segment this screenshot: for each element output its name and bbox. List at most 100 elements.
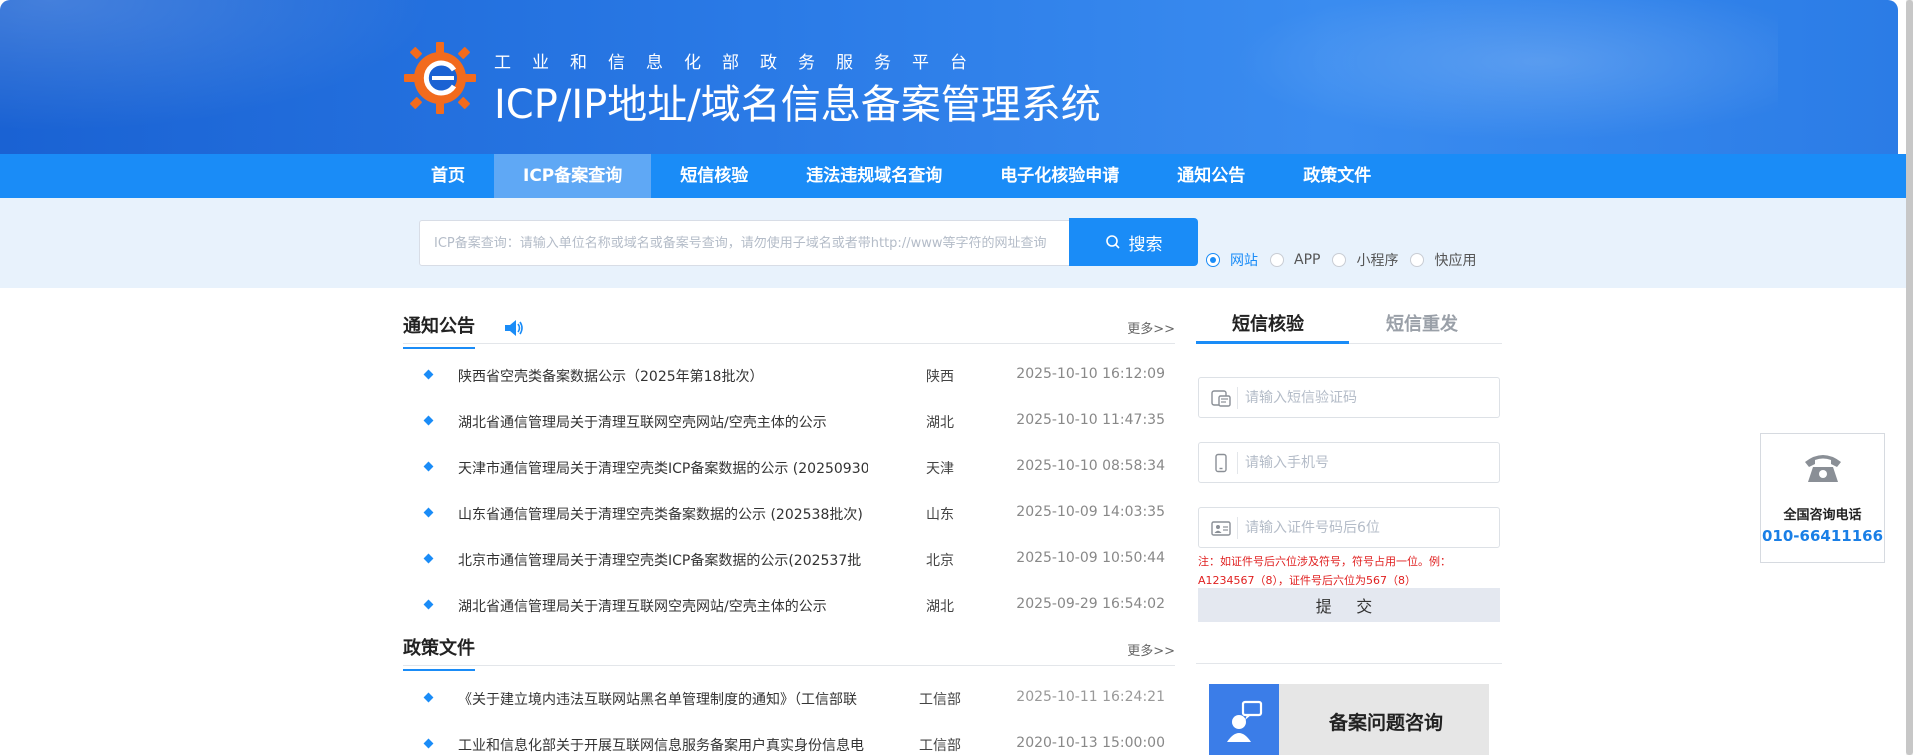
notices-section-header: 通知公告 更多>> [403, 304, 1175, 349]
notice-date: 2025-10-10 08:58:34 [1016, 458, 1165, 474]
field-separator [1237, 452, 1238, 474]
sms-code-field [1198, 377, 1500, 418]
nav-item-notices[interactable]: 通知公告 [1148, 154, 1274, 198]
radio-label: 快应用 [1434, 253, 1477, 269]
search-type-radio-group: 网站 APP 小程序 快应用 [1206, 250, 1488, 270]
search-button[interactable]: 搜索 [1069, 218, 1198, 266]
policy-date: 2025-10-11 16:24:21 [1016, 689, 1165, 705]
nav-item-illegal-domain[interactable]: 违法违规域名查询 [777, 154, 971, 198]
tab-active-indicator [1196, 341, 1349, 344]
nav-item-icp-query[interactable]: ICP备案查询 [494, 154, 652, 198]
policy-title-link[interactable]: 工业和信息化部关于开展互联网信息服务备案用户真实身份信息电 [458, 735, 868, 755]
policy-title-link[interactable]: 《关于建立境内违法互联网站黑名单管理制度的通知》（工信部联 [458, 689, 868, 709]
radio-app[interactable]: APP [1270, 252, 1320, 268]
notice-row: 湖北省通信管理局关于清理互联网空壳网站/空壳主体的公示 湖北 2025-10-1… [403, 404, 1175, 450]
notice-province: 陕西 [926, 369, 954, 385]
radio-dot [1270, 253, 1284, 267]
sms-tabs: 短信核验 短信重发 [1196, 300, 1502, 344]
radio-dot [1206, 253, 1220, 267]
policy-date: 2020-10-13 15:00:00 [1016, 735, 1165, 751]
miit-logo-icon [404, 42, 476, 114]
diamond-bullet-icon [423, 369, 434, 380]
nav-item-e-verify[interactable]: 电子化核验申请 [971, 154, 1148, 198]
phone-input[interactable] [1245, 443, 1485, 482]
policies-section-header: 政策文件 更多>> [403, 626, 1175, 671]
radio-quick-app[interactable]: 快应用 [1410, 250, 1476, 270]
notice-province: 山东 [926, 507, 954, 523]
field-separator [1237, 517, 1238, 539]
radio-dot [1332, 253, 1347, 267]
header-skyline-decoration [1178, 0, 1778, 154]
notice-date: 2025-10-09 14:03:35 [1016, 504, 1165, 520]
radio-dot [1410, 253, 1425, 267]
notice-title-link[interactable]: 山东省通信管理局关于清理空壳类备案数据的公示 (202538批次) [458, 504, 868, 524]
diamond-bullet-icon [423, 692, 434, 703]
consult-label: 备案问题咨询 [1329, 712, 1444, 734]
notice-title-link[interactable]: 陕西省空壳类备案数据公示（2025年第18批次） [458, 366, 868, 386]
nav-item-sms-verify[interactable]: 短信核验 [651, 154, 777, 198]
id-number-field [1198, 507, 1500, 548]
nav-item-policies[interactable]: 政策文件 [1274, 154, 1400, 198]
notice-date: 2025-09-29 16:54:02 [1016, 596, 1165, 612]
policy-row: 《关于建立境内违法互联网站黑名单管理制度的通知》（工信部联 工信部 2025-1… [403, 681, 1175, 727]
policy-row: 工业和信息化部关于开展互联网信息服务备案用户真实身份信息电 工信部 2020-1… [403, 727, 1175, 755]
radio-mini-program[interactable]: 小程序 [1332, 250, 1398, 270]
diamond-bullet-icon [423, 738, 434, 749]
radio-label: 网站 [1230, 253, 1258, 269]
policies-more-link[interactable]: 更多>> [1127, 640, 1175, 659]
policies-title: 政策文件 [403, 634, 475, 671]
diamond-bullet-icon [423, 415, 434, 426]
hotline-label: 全国咨询电话 [1783, 508, 1862, 523]
main-nav: 首页 ICP备案查询 短信核验 违法违规域名查询 电子化核验申请 通知公告 政策… [0, 154, 1906, 198]
id-card-icon [1211, 521, 1231, 536]
id-number-input[interactable] [1245, 508, 1485, 547]
diamond-bullet-icon [423, 599, 434, 610]
search-button-label: 搜索 [1128, 234, 1163, 254]
notice-row: 山东省通信管理局关于清理空壳类备案数据的公示 (202538批次) 山东 202… [403, 496, 1175, 542]
notice-title-link[interactable]: 湖北省通信管理局关于清理互联网空壳网站/空壳主体的公示 [458, 596, 868, 616]
search-icon [1105, 235, 1120, 249]
header-subtitle: 工业和信息化部政务服务平台 [494, 53, 988, 73]
page: 工业和信息化部政务服务平台 ICP/IP地址/域名信息备案管理系统 首页 ICP… [0, 0, 1913, 755]
tab-sms-resend[interactable]: 短信重发 [1386, 310, 1458, 336]
submit-button[interactable]: 提 交 [1198, 588, 1500, 622]
hotline-card: 全国咨询电话 010-66411166 [1760, 433, 1885, 563]
notice-province: 湖北 [926, 415, 954, 431]
telephone-icon [1805, 455, 1841, 482]
mobile-phone-icon [1215, 453, 1227, 473]
diamond-bullet-icon [423, 553, 434, 564]
notice-province: 天津 [926, 461, 954, 477]
notice-row: 北京市通信管理局关于清理空壳类ICP备案数据的公示(202537批 北京 202… [403, 542, 1175, 588]
panel-divider [1196, 663, 1502, 664]
radio-label: 小程序 [1356, 253, 1399, 269]
id-number-note: 注：如证件号后六位涉及符号，符号占用一位。例：A1234567（8），证件号后六… [1198, 555, 1451, 587]
tab-sms-verify[interactable]: 短信核验 [1232, 310, 1304, 336]
sms-code-input[interactable] [1245, 378, 1485, 417]
notice-row: 天津市通信管理局关于清理空壳类ICP备案数据的公示 (20250930 天津 2… [403, 450, 1175, 496]
hotline-number: 010-66411166 [1761, 527, 1884, 545]
phone-field [1198, 442, 1500, 483]
notices-more-link[interactable]: 更多>> [1127, 318, 1175, 337]
policy-issuer: 工信部 [919, 692, 961, 708]
notice-title-link[interactable]: 湖北省通信管理局关于清理互联网空壳网站/空壳主体的公示 [458, 412, 868, 432]
notice-date: 2025-10-10 16:12:09 [1016, 366, 1165, 382]
notice-row: 陕西省空壳类备案数据公示（2025年第18批次） 陕西 2025-10-10 1… [403, 358, 1175, 404]
radio-label: APP [1294, 252, 1321, 268]
policy-issuer: 工信部 [919, 738, 961, 754]
scrollbar-thumb[interactable] [1906, 0, 1913, 755]
consult-chat-icon [1227, 700, 1263, 742]
notice-date: 2025-10-09 10:50:44 [1016, 550, 1165, 566]
nav-item-home[interactable]: 首页 [402, 154, 494, 198]
page-scrollbar[interactable] [1906, 0, 1913, 755]
consult-button[interactable]: 备案问题咨询 [1209, 684, 1489, 755]
field-separator [1237, 387, 1238, 409]
notice-province: 湖北 [926, 599, 954, 615]
radio-website[interactable]: 网站 [1206, 250, 1258, 270]
consult-icon-box [1209, 684, 1279, 755]
diamond-bullet-icon [423, 507, 434, 518]
speaker-icon [505, 320, 523, 336]
icp-search-input[interactable] [419, 220, 1070, 266]
notice-title-link[interactable]: 天津市通信管理局关于清理空壳类ICP备案数据的公示 (20250930 [458, 458, 868, 478]
notice-title-link[interactable]: 北京市通信管理局关于清理空壳类ICP备案数据的公示(202537批 [458, 550, 868, 570]
notice-province: 北京 [926, 553, 954, 569]
